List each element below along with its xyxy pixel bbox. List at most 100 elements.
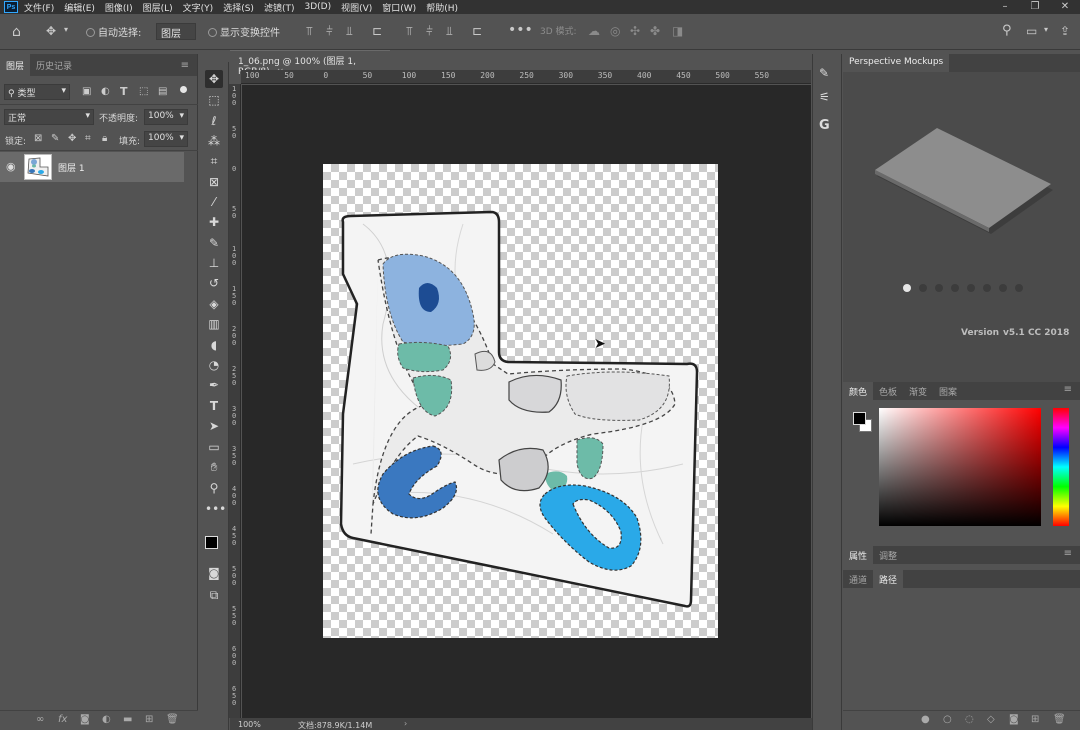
carousel-dot[interactable] <box>935 284 943 292</box>
tab-swatches[interactable]: 色板 <box>873 382 903 400</box>
plugin-g-icon[interactable]: G <box>819 118 830 133</box>
screen-mode-icon[interactable]: ⧉ <box>205 586 223 604</box>
stroke-path-icon[interactable]: ○ <box>943 714 952 725</box>
frame-tool-icon[interactable]: ⊠ <box>205 173 223 191</box>
share-icon[interactable]: ⇪ <box>1060 24 1070 38</box>
home-icon[interactable]: ⌂ <box>12 24 21 40</box>
filter-pixel-icon[interactable]: ▣ <box>82 86 91 97</box>
tab-gradients[interactable]: 渐变 <box>903 382 933 400</box>
rectangle-tool-icon[interactable]: ▭ <box>205 438 223 456</box>
gradient-tool-icon[interactable]: ▥ <box>205 315 223 333</box>
new-layer-icon[interactable]: ⊞ <box>145 714 153 725</box>
carousel-dot[interactable] <box>1015 284 1023 292</box>
menu-view[interactable]: 视图(V) <box>341 1 372 14</box>
3d-pan-icon[interactable]: ✣ <box>630 24 640 38</box>
more-options-icon[interactable]: ••• <box>508 22 533 38</box>
move-tool-icon[interactable]: ✥ <box>205 70 223 88</box>
zoom-level[interactable]: 100% <box>238 720 261 729</box>
3d-slide-icon[interactable]: ✤ <box>650 24 660 38</box>
carousel-dot[interactable] <box>983 284 991 292</box>
tab-channels[interactable]: 通道 <box>843 570 873 588</box>
path-selection-tool-icon[interactable]: ➤ <box>205 417 223 435</box>
chevron-down-icon[interactable]: ▾ <box>64 25 68 34</box>
link-layers-icon[interactable]: ∞ <box>36 714 44 725</box>
edit-toolbar-icon[interactable]: ••• <box>205 500 226 518</box>
search-icon[interactable]: ⚲ <box>1002 23 1012 38</box>
crop-tool-icon[interactable]: ⌗ <box>205 152 223 170</box>
tab-layers[interactable]: 图层 <box>0 54 31 76</box>
add-mask-icon[interactable]: ◙ <box>80 714 90 725</box>
clone-stamp-tool-icon[interactable]: ⊥ <box>205 254 223 272</box>
minimize-button[interactable]: – <box>990 0 1020 14</box>
brush-tool-icon[interactable]: ✎ <box>205 234 223 252</box>
lock-brush-icon[interactable]: ✎ <box>51 133 59 144</box>
carousel-dot[interactable] <box>951 284 959 292</box>
move-tool-preset-icon[interactable]: ✥ <box>46 24 56 38</box>
pen-tool-icon[interactable]: ✒ <box>205 376 223 394</box>
distribute-bottom-icon[interactable]: ⫫ <box>446 24 453 39</box>
auto-select-dropdown[interactable]: 图层 <box>156 23 196 40</box>
lock-artboard-icon[interactable]: ⌗ <box>85 133 91 144</box>
healing-brush-tool-icon[interactable]: ✚ <box>205 213 223 231</box>
distribute-top-icon[interactable]: ⫪ <box>406 24 413 39</box>
3d-roll-icon[interactable]: ◎ <box>610 24 620 38</box>
adjustment-layer-icon[interactable]: ◐ <box>102 714 111 725</box>
layer-row[interactable]: ◉ 图层 1 <box>0 152 184 182</box>
lock-all-icon[interactable]: 🔒︎ <box>102 133 107 144</box>
menu-help[interactable]: 帮助(H) <box>426 1 458 14</box>
lock-position-icon[interactable]: ✥ <box>68 133 76 144</box>
dodge-tool-icon[interactable]: ◔ <box>205 356 223 374</box>
menu-filter[interactable]: 滤镜(T) <box>264 1 295 14</box>
zoom-tool-icon[interactable]: ⚲ <box>205 479 223 497</box>
new-group-icon[interactable]: ▬ <box>123 714 132 725</box>
fill-path-icon[interactable]: ● <box>921 714 930 725</box>
3d-scale-icon[interactable]: ◨ <box>672 24 683 38</box>
distribute-middle-icon[interactable]: ⫩ <box>426 24 433 39</box>
blend-mode-dropdown[interactable]: 正常 ▾ <box>4 109 94 125</box>
tab-perspective-mockups[interactable]: Perspective Mockups <box>843 54 950 72</box>
fx-icon[interactable]: fx <box>58 714 67 725</box>
color-picker-field[interactable] <box>879 408 1041 526</box>
align-bottom-icon[interactable]: ⫫ <box>346 24 353 39</box>
menu-window[interactable]: 窗口(W) <box>382 1 416 14</box>
hand-tool-icon[interactable]: ✋︎ <box>205 458 223 476</box>
adjustments-sliders-icon[interactable]: ⚟ <box>819 90 830 104</box>
load-selection-icon[interactable]: ◌ <box>965 714 974 725</box>
opacity-input[interactable]: 100% ▾ <box>144 109 188 125</box>
lasso-tool-icon[interactable]: ℓ <box>205 112 223 130</box>
layer-filter-dropdown[interactable]: ⚲ 类型 ▾ <box>4 84 70 100</box>
tab-paths[interactable]: 路径 <box>873 570 904 588</box>
distribute-left-icon[interactable]: ⊏ <box>472 24 482 38</box>
menu-layer[interactable]: 图层(L) <box>143 1 173 14</box>
workspace-icon[interactable]: ▭ <box>1026 24 1037 38</box>
history-brush-tool-icon[interactable]: ↺ <box>205 274 223 292</box>
carousel-dot[interactable] <box>919 284 927 292</box>
trash-icon[interactable]: 🗑︎ <box>166 714 179 725</box>
close-button[interactable]: ✕ <box>1050 0 1080 14</box>
eyedropper-tool-icon[interactable]: ⁄ <box>205 193 223 211</box>
tab-history[interactable]: 历史记录 <box>30 54 78 76</box>
chevron-down-icon[interactable]: ▾ <box>1044 25 1048 34</box>
tab-adjustments[interactable]: 调整 <box>873 546 903 564</box>
tab-patterns[interactable]: 图案 <box>933 382 963 400</box>
type-tool-icon[interactable]: T <box>205 397 223 415</box>
align-left-icon[interactable]: ⊏ <box>372 24 382 38</box>
carousel-dot[interactable] <box>999 284 1007 292</box>
eye-visibility-icon[interactable]: ◉ <box>6 160 16 173</box>
menu-select[interactable]: 选择(S) <box>223 1 254 14</box>
tab-color[interactable]: 颜色 <box>843 382 874 400</box>
panel-menu-icon[interactable]: ≡ <box>173 60 197 76</box>
document-tab[interactable]: 1_06.png @ 100% (图层 1, RGB/8) × <box>230 50 390 77</box>
marquee-tool-icon[interactable]: ⬚ <box>205 91 223 109</box>
align-top-icon[interactable]: ⫪ <box>306 24 313 39</box>
carousel-dot-active[interactable] <box>903 284 911 292</box>
restore-button[interactable]: ❐ <box>1020 0 1050 14</box>
new-path-icon[interactable]: ⊞ <box>1031 714 1039 725</box>
auto-select-checkbox[interactable]: 自动选择: <box>86 24 141 39</box>
foreground-color-chip[interactable] <box>853 412 866 425</box>
menu-file[interactable]: 文件(F) <box>24 1 54 14</box>
status-arrow-icon[interactable]: › <box>404 719 407 728</box>
tab-properties[interactable]: 属性 <box>843 546 874 564</box>
panel-menu-icon[interactable]: ≡ <box>1056 382 1080 400</box>
blur-tool-icon[interactable]: ◖ <box>205 336 223 354</box>
